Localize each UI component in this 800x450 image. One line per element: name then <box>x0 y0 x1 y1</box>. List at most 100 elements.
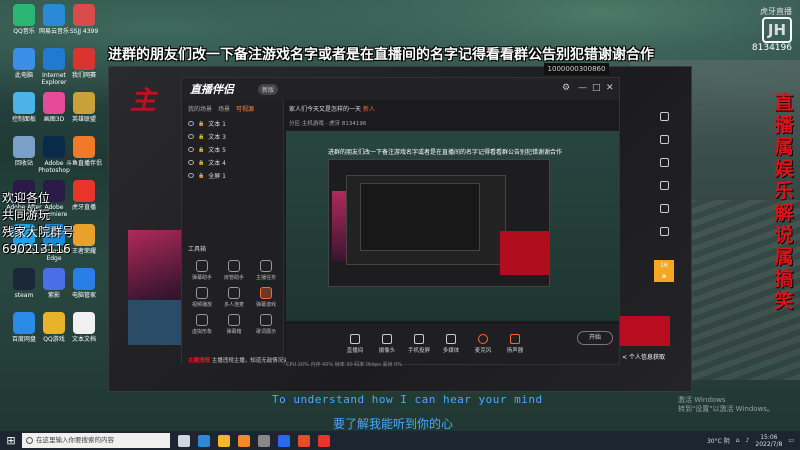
desktop-icon[interactable]: 英雄联盟 <box>64 92 104 123</box>
clock[interactable]: 15:06 2022/7/8 <box>755 434 782 448</box>
windows-activation-watermark: 激活 Windows 转到"设置"以激活 Windows。 <box>678 396 774 414</box>
notification-icon[interactable]: ▭ <box>788 437 794 444</box>
personal-info-link[interactable]: < 个人信息获取 <box>622 352 665 361</box>
toolbox-item[interactable]: 弹幕箱 <box>218 314 250 335</box>
windows-start-icon[interactable]: ⊞ <box>0 434 22 447</box>
scene-item[interactable]: 🔒 文本 5 <box>182 143 283 156</box>
home-icon[interactable] <box>660 112 669 121</box>
pinned-app-icon[interactable] <box>218 434 230 447</box>
app-icon <box>73 136 95 158</box>
activation-title: 激活 Windows <box>678 396 726 404</box>
toolbox-item[interactable]: 房管助手 <box>218 260 250 281</box>
lock-icon[interactable]: 🔒 <box>198 160 204 166</box>
pinned-app-icon[interactable] <box>298 434 310 447</box>
eye-icon[interactable] <box>188 160 194 165</box>
desktop-icon[interactable]: 斗鱼直播伴侣 <box>64 136 104 167</box>
scene-item[interactable]: 🔒 文本 4 <box>182 156 283 169</box>
scene-tab[interactable]: 我的场景 <box>188 104 212 113</box>
app-icon <box>73 180 95 202</box>
lock-icon[interactable]: 🔒 <box>198 173 204 179</box>
toolbox-item[interactable]: 主播任务 <box>250 260 282 281</box>
app-icon <box>13 48 35 70</box>
eye-icon[interactable] <box>188 134 194 139</box>
pinned-app-icon[interactable] <box>178 434 190 447</box>
control-label: 摄像头 <box>378 348 396 354</box>
chat-icon[interactable] <box>660 158 669 167</box>
note-line: 共同游玩 <box>2 208 51 222</box>
room-title[interactable]: 家人们今天又是怎样的一天 <box>289 106 361 113</box>
control-button[interactable]: 扬声器 <box>504 334 526 354</box>
control-button[interactable]: 摄像头 <box>376 334 398 354</box>
outer-red-button[interactable] <box>620 316 670 346</box>
app-icon <box>73 4 95 26</box>
lock-icon[interactable]: 🔒 <box>198 147 204 153</box>
tool-icon <box>228 314 240 326</box>
tool-label: 主播任务 <box>255 275 276 281</box>
pinned-app-icon[interactable] <box>258 434 270 447</box>
app-icon <box>73 268 95 290</box>
pinned-app-icon[interactable] <box>198 434 210 447</box>
lock-icon[interactable]: 🔒 <box>198 134 204 140</box>
desktop-icon[interactable]: SSJJ 4399 <box>64 4 104 35</box>
close-icon[interactable]: ✕ <box>606 83 614 93</box>
desktop-icon[interactable]: 我们网赛 <box>64 48 104 79</box>
control-button[interactable]: 手机投屏 <box>408 334 430 354</box>
scene-list: 🔒 文本 1 🔒 文本 3 🔒 文本 5 🔒 文本 4 🔒 全屏 1 <box>182 117 283 182</box>
volume-icon[interactable]: ♪ <box>746 437 750 444</box>
desktop-icon-label: 电脑管家 <box>71 292 96 299</box>
toolbox-item[interactable]: 虚拟形象 <box>186 314 218 335</box>
eye-icon[interactable] <box>188 173 194 178</box>
toolbox-item[interactable]: 弹幕助手 <box>186 260 218 281</box>
control-button[interactable]: 麦克风 <box>472 334 494 354</box>
share-icon[interactable] <box>660 204 669 213</box>
pinned-app-icon[interactable] <box>278 434 290 447</box>
app-icon <box>43 4 65 26</box>
stream-preview[interactable]: 进群的朋友们改一下备注游戏名字或者是在直播间的名字记得看看群公告别犯错谢谢合作 <box>286 131 619 321</box>
toolbox-item[interactable]: 多人连麦 <box>218 287 250 308</box>
tool-label: 多人连麦 <box>223 302 244 308</box>
scene-item[interactable]: 🔒 全屏 1 <box>182 169 283 182</box>
watermark-brand: 虎牙直播 <box>760 7 792 16</box>
toolbox-item[interactable]: 视频播放 <box>186 287 218 308</box>
tv-icon[interactable] <box>660 181 669 190</box>
room-title-row: 家人们今天又是怎样的一天 新人 <box>289 104 375 113</box>
desktop-icon[interactable]: 电脑管家 <box>64 268 104 299</box>
weather-label[interactable]: 30°C 阴 <box>707 436 730 445</box>
settings-icon[interactable]: ⚙ <box>562 83 570 93</box>
tool-label: 弹幕游戏 <box>255 302 276 308</box>
desktop-icon[interactable]: 文本文档 <box>64 312 104 343</box>
app-icon <box>73 48 95 70</box>
eye-icon[interactable] <box>188 121 194 126</box>
scene-tab[interactable]: 可视源 <box>236 104 254 113</box>
scene-label: 文本 3 <box>208 134 226 141</box>
pinned-app-icon[interactable] <box>238 434 250 447</box>
scene-item[interactable]: 🔒 文本 3 <box>182 130 283 143</box>
version-badge[interactable]: 新版 <box>258 84 279 95</box>
app-icon <box>73 92 95 114</box>
promo-badge[interactable]: 16 ⊕ <box>654 260 674 282</box>
app-icon <box>43 136 65 158</box>
scene-tabs: 我的场景 场景 可视源 <box>182 100 283 117</box>
taskbar-search-input[interactable]: 在这里输入你要搜索的内容 <box>22 433 170 448</box>
tool-label: 房管助手 <box>223 275 244 281</box>
toolbox-item[interactable]: 弹幕游戏 <box>250 287 282 308</box>
user-icon[interactable] <box>660 135 669 144</box>
app-icon <box>13 4 35 26</box>
scene-item[interactable]: 🔒 文本 1 <box>182 117 283 130</box>
network-icon[interactable]: ⌂ <box>736 437 740 444</box>
clock-date: 2022/7/8 <box>755 440 783 448</box>
control-button[interactable]: 多媒体 <box>440 334 462 354</box>
pinned-app-icon[interactable] <box>318 434 330 447</box>
scene-label: 文本 1 <box>208 121 226 128</box>
scene-tab[interactable]: 场景 <box>218 104 230 113</box>
people-icon[interactable] <box>660 227 669 236</box>
minimize-icon[interactable]: — <box>578 83 587 93</box>
app-icon <box>43 48 65 70</box>
lock-icon[interactable]: 🔒 <box>198 121 204 127</box>
toolbox-item[interactable]: 歌词展示 <box>250 314 282 335</box>
control-button[interactable]: 直播间 <box>344 334 366 354</box>
maximize-icon[interactable]: □ <box>592 83 601 93</box>
eye-icon[interactable] <box>188 147 194 152</box>
taskbar: ⊞ 在这里输入你要搜索的内容 30°C 阴 ⌂ ♪ 15:06 2022/7/8… <box>0 431 800 450</box>
start-stream-button[interactable]: 开始 <box>577 331 613 345</box>
